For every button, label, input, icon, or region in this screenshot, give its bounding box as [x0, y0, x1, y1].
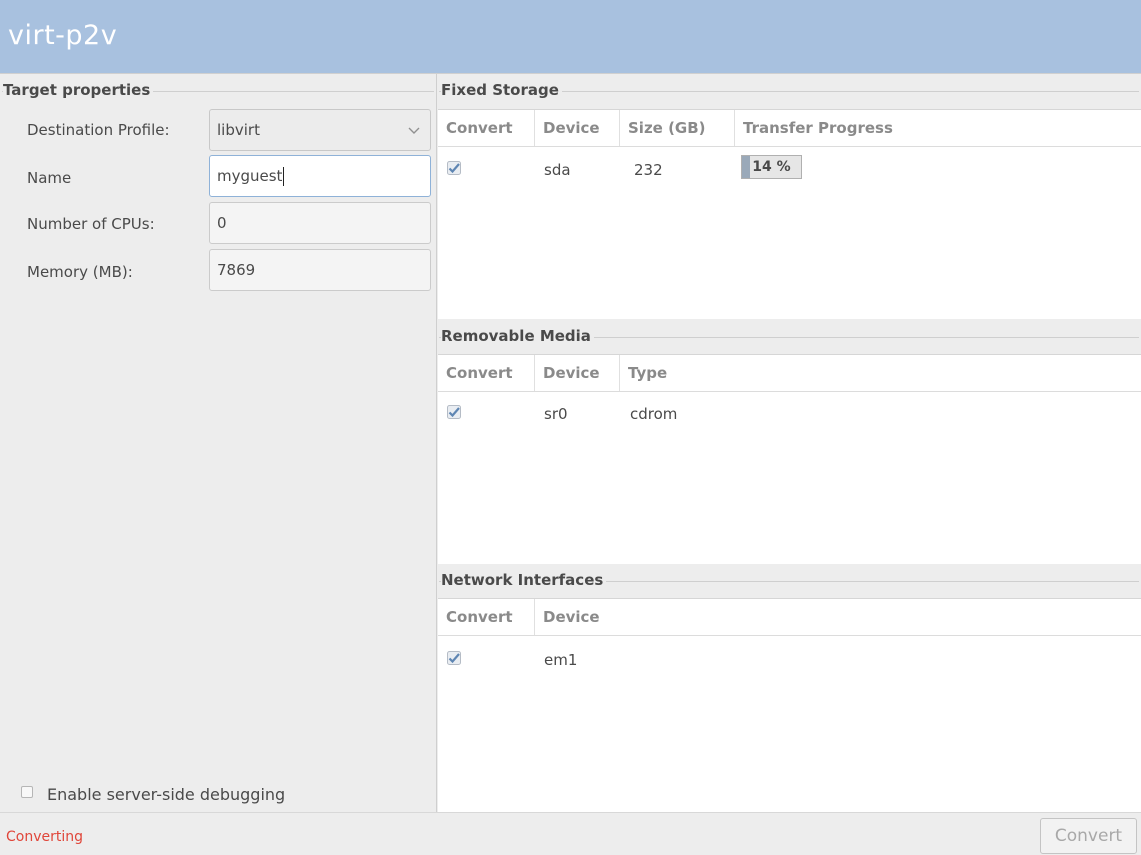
destination-profile-combo[interactable]: libvirt [209, 109, 431, 151]
devices-panel: Fixed Storage Convert Device Size (GB) T… [437, 74, 1141, 813]
column-device[interactable]: Device [535, 355, 620, 391]
fixed-storage-heading: Fixed Storage [441, 81, 562, 99]
checkmark-icon[interactable] [447, 405, 461, 419]
target-properties-panel: Target properties Destination Profile: l… [0, 74, 437, 812]
removable-media-section: Removable Media Convert Device Type sr0 … [437, 319, 1141, 565]
network-interfaces-table[interactable]: Convert Device em1 [438, 598, 1141, 813]
storage-size: 232 [634, 161, 663, 179]
chevron-down-icon [408, 110, 420, 150]
table-header: Convert Device [438, 599, 1141, 636]
target-properties-heading: Target properties [3, 81, 154, 99]
fixed-storage-table[interactable]: Convert Device Size (GB) Transfer Progre… [438, 109, 1141, 320]
status-bar: Converting Convert [0, 812, 1141, 855]
network-device: em1 [544, 651, 578, 669]
window-title: virt-p2v [8, 20, 118, 51]
memory-label: Memory (MB): [27, 263, 133, 281]
removable-media-table[interactable]: Convert Device Type sr0 cdrom [438, 354, 1141, 565]
column-transfer-progress[interactable]: Transfer Progress [735, 110, 995, 146]
memory-input[interactable]: 7869 [209, 249, 431, 291]
cpus-input[interactable]: 0 [209, 202, 431, 244]
name-label: Name [27, 169, 72, 187]
transfer-progress-bar: 14 % [741, 155, 802, 179]
column-type[interactable]: Type [620, 355, 820, 391]
removable-media-heading: Removable Media [441, 327, 594, 345]
column-convert[interactable]: Convert [438, 599, 535, 635]
title-bar: virt-p2v [0, 0, 1141, 74]
main-window: Target properties Destination Profile: l… [0, 74, 1141, 855]
name-value: myguest [217, 167, 283, 185]
column-size[interactable]: Size (GB) [620, 110, 735, 146]
text-cursor [283, 167, 285, 186]
column-convert[interactable]: Convert [438, 355, 535, 391]
media-device: sr0 [544, 405, 568, 423]
cpus-label: Number of CPUs: [27, 215, 155, 233]
debug-label[interactable]: Enable server-side debugging [47, 785, 285, 804]
cpus-value: 0 [217, 214, 227, 232]
table-header: Convert Device Type [438, 355, 1141, 392]
convert-button[interactable]: Convert [1040, 818, 1137, 854]
network-interfaces-heading: Network Interfaces [441, 571, 607, 589]
fixed-storage-section: Fixed Storage Convert Device Size (GB) T… [437, 74, 1141, 320]
column-device[interactable]: Device [535, 599, 655, 635]
debug-checkbox[interactable] [21, 786, 33, 798]
checkmark-icon[interactable] [447, 651, 461, 665]
table-header: Convert Device Size (GB) Transfer Progre… [438, 110, 1141, 147]
storage-device: sda [544, 161, 571, 179]
progress-text: 14 % [752, 159, 791, 175]
destination-profile-label: Destination Profile: [27, 121, 170, 139]
status-text: Converting [6, 829, 84, 845]
column-device[interactable]: Device [535, 110, 620, 146]
memory-value: 7869 [217, 261, 256, 279]
column-convert[interactable]: Convert [438, 110, 535, 146]
checkmark-icon[interactable] [447, 161, 461, 175]
name-input[interactable]: myguest [209, 155, 431, 197]
media-type: cdrom [630, 405, 678, 423]
network-interfaces-section: Network Interfaces Convert Device em1 [437, 564, 1141, 813]
destination-profile-value: libvirt [217, 121, 260, 139]
